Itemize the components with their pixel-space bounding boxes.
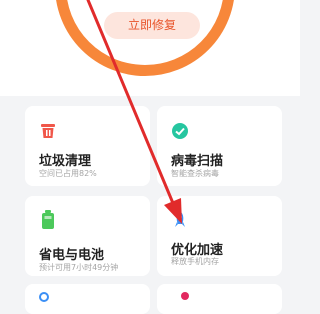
battery-icon [39,210,57,234]
card-optimize-speed[interactable]: 优化加速 释放手机内存 [157,196,282,276]
card-junk-cleanup[interactable]: 垃圾清理 空间已占用82% [25,106,150,186]
card-title: 垃圾清理 [39,154,92,169]
shield-check-icon [171,122,189,144]
repair-now-button[interactable]: 立即修复 [104,12,200,39]
card-title: 省电与电池 [39,248,105,263]
card-subtitle: 预计可用7小时49分钟 [39,263,119,272]
card-next-left[interactable] [25,284,150,314]
card-virus-scan[interactable]: 病毒扫描 智能查杀病毒 [157,106,282,186]
card-icon-partial [39,292,49,302]
rocket-icon [171,210,189,234]
card-next-right[interactable] [157,284,282,314]
card-subtitle: 空间已占用82% [39,169,97,178]
card-battery[interactable]: 省电与电池 预计可用7小时49分钟 [25,196,150,276]
card-subtitle: 智能查杀病毒 [171,169,219,178]
health-score-panel: 立即修复 [0,0,300,96]
card-subtitle: 释放手机内存 [171,257,219,266]
trash-icon [39,122,57,144]
card-title: 病毒扫描 [171,154,224,169]
card-icon-partial [181,292,189,300]
